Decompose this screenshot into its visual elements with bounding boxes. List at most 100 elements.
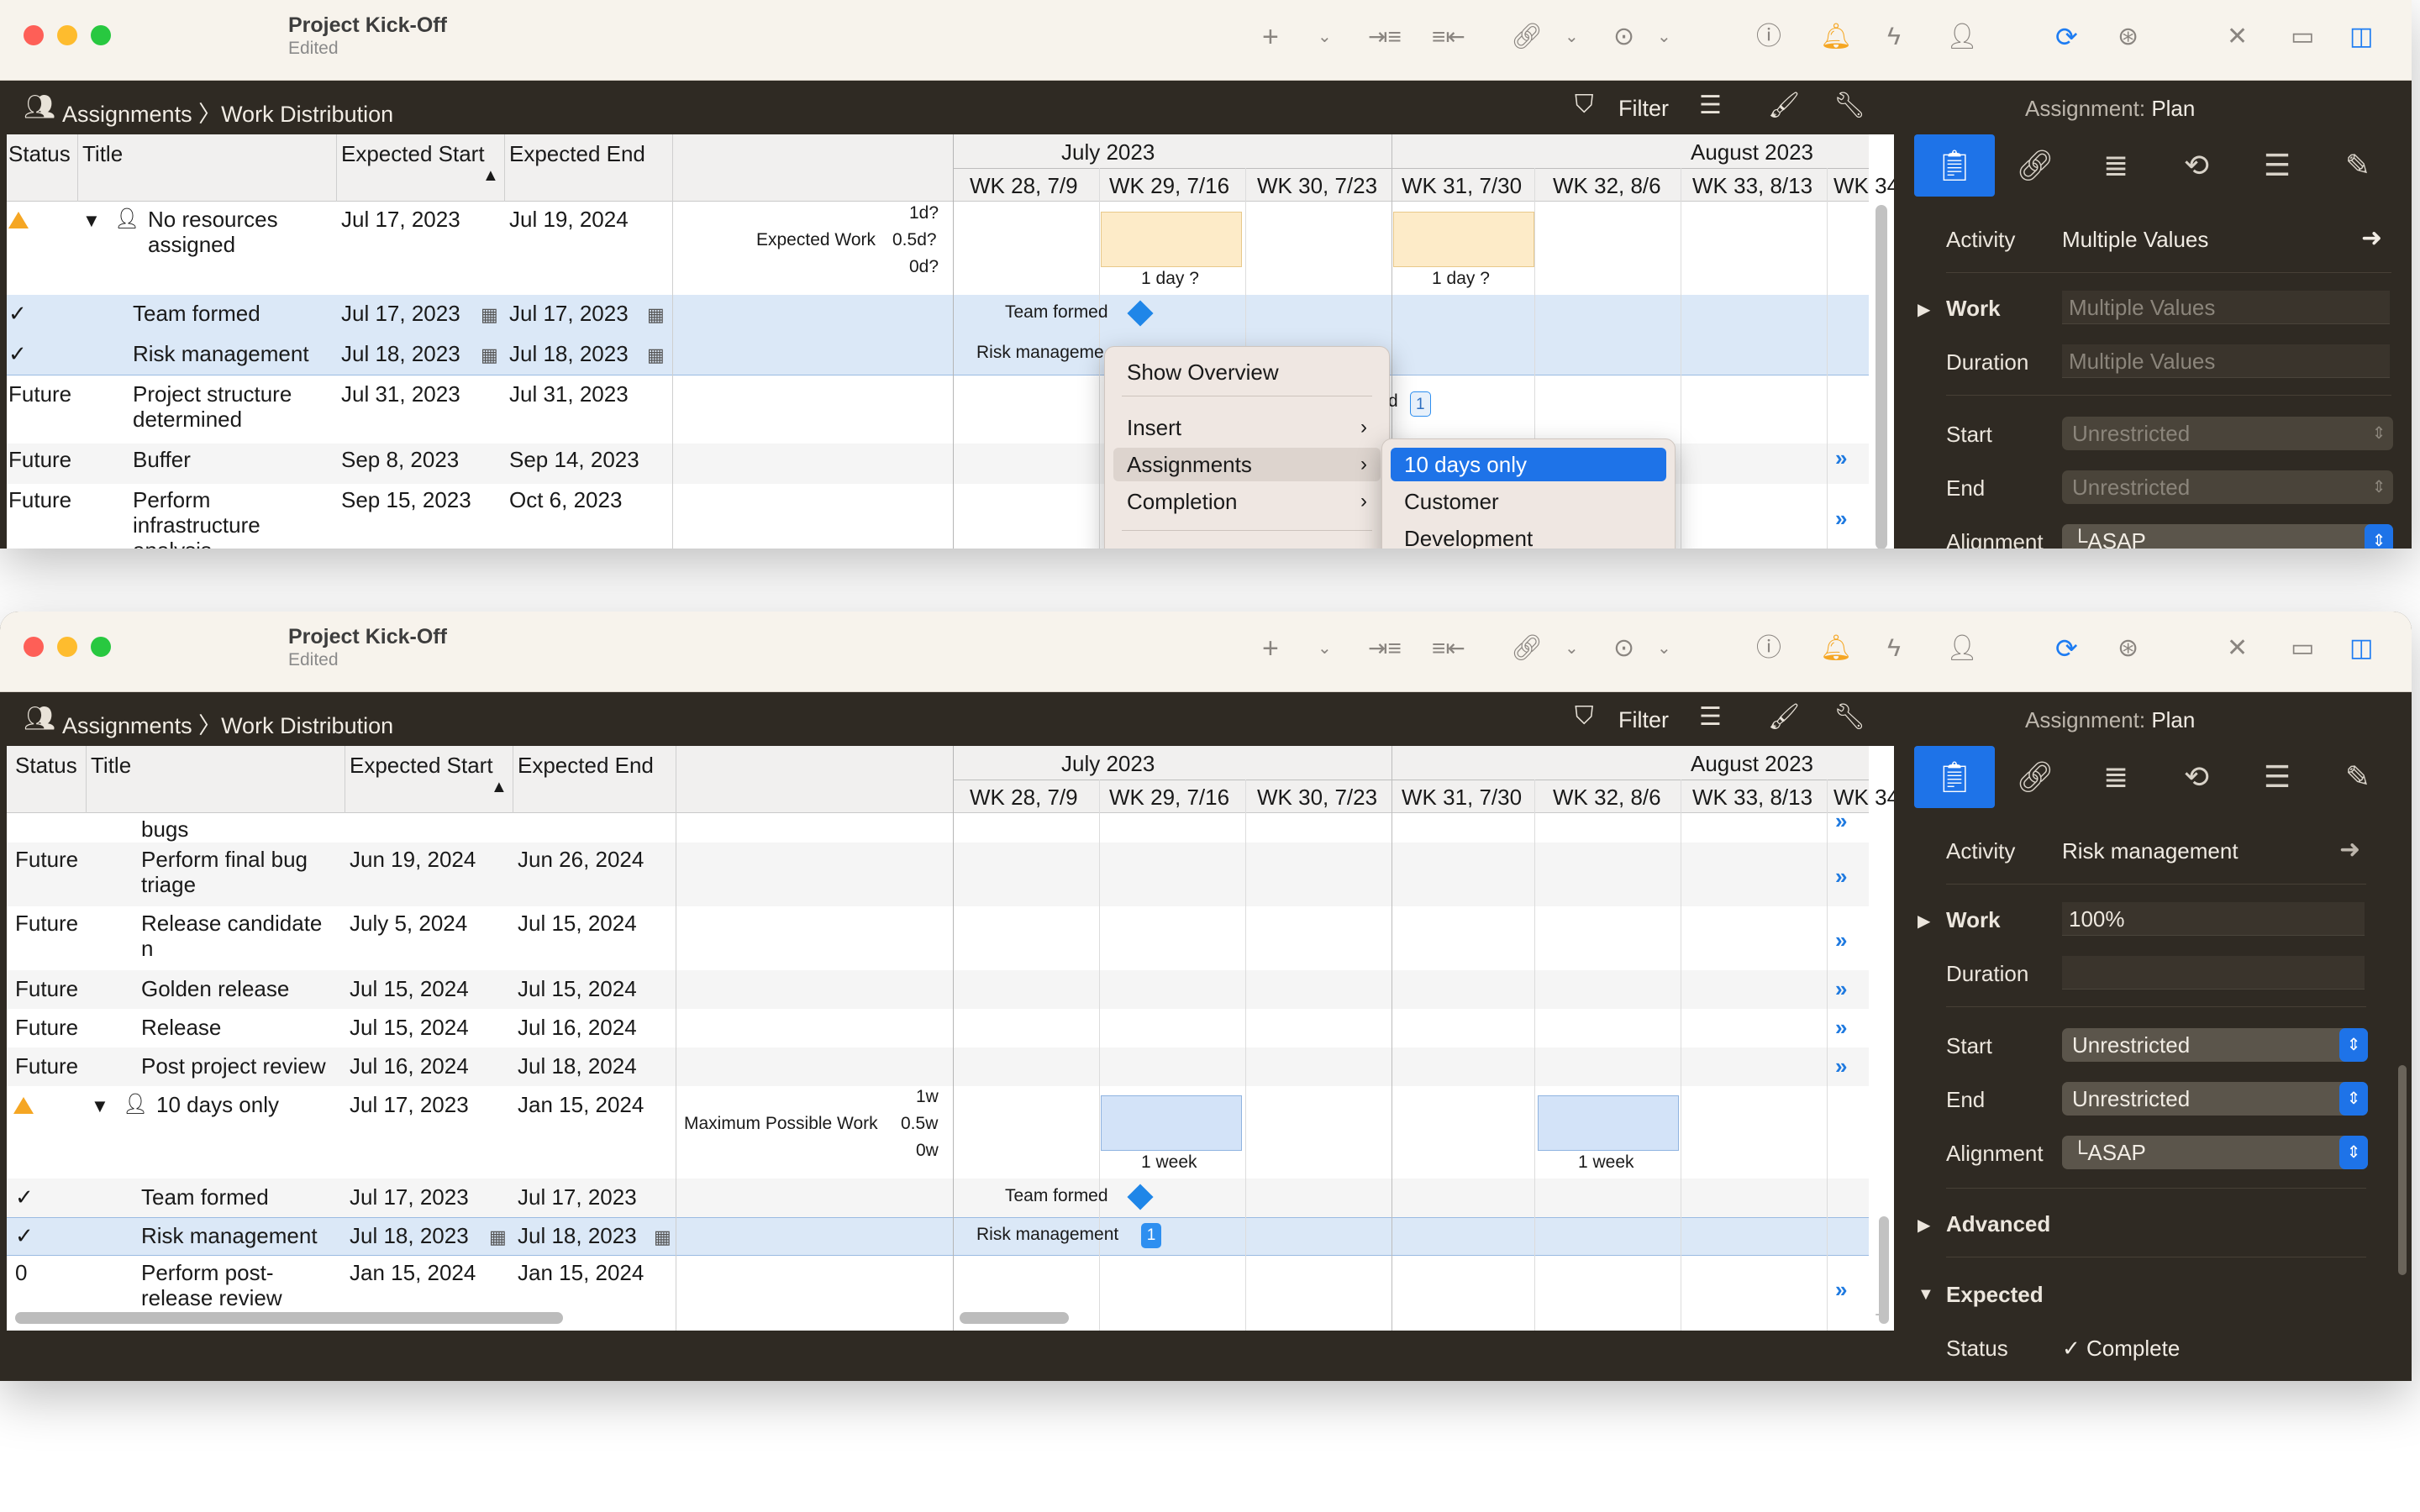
disclosure-triangle-expanded-icon[interactable]: ▼ (1918, 1285, 1934, 1305)
column-expected-end[interactable]: Expected End (518, 753, 654, 778)
offscreen-task-chevron-icon[interactable]: » (1835, 1015, 1848, 1041)
work-bar[interactable] (1393, 212, 1534, 267)
offscreen-task-chevron-icon[interactable]: » (1835, 976, 1848, 1002)
network-icon[interactable]: ⊛ (2118, 18, 2139, 55)
start-popup[interactable]: Unrestricted ⇕ (2062, 417, 2393, 450)
work-bar[interactable] (1101, 212, 1242, 267)
work-field[interactable]: Multiple Values (2062, 291, 2390, 324)
status-value[interactable]: ✓ Complete (2062, 1336, 2180, 1362)
outline-horizontal-scrollbar[interactable] (15, 1312, 563, 1324)
list-tab-icon[interactable]: ☰ (2237, 134, 2317, 197)
expected-section-header[interactable]: Expected (1946, 1282, 2044, 1308)
brush-icon[interactable]: 🖌︎ (1768, 91, 1800, 120)
offscreen-task-chevron-icon[interactable]: » (1835, 1277, 1848, 1303)
list-tab-icon[interactable]: ☰ (2237, 746, 2317, 808)
disclosure-triangle-icon[interactable]: ▶ (1918, 299, 1930, 320)
alignment-popup[interactable]: └ASAP ⇕ (2062, 524, 2393, 549)
offscreen-task-chevron-icon[interactable]: » (1835, 506, 1848, 532)
progress-tab-icon[interactable]: ⟲ (2156, 134, 2237, 197)
duration-field[interactable]: Multiple Values (2062, 344, 2390, 378)
offscreen-task-chevron-icon[interactable]: » (1835, 808, 1848, 834)
indent-icon[interactable]: ⇥≡ (1368, 18, 1402, 55)
filter-icon[interactable]: ⛉ (1575, 91, 1594, 119)
work-bar[interactable] (1101, 1095, 1242, 1151)
work-bar[interactable] (1538, 1095, 1679, 1151)
sidebar-icon[interactable]: ◫ (2349, 630, 2373, 667)
end-popup[interactable]: Unrestricted ⇕ (2062, 1082, 2368, 1116)
resource-badge[interactable]: 1 (1410, 391, 1431, 417)
calendar-icon[interactable]: ▦ (489, 1225, 507, 1250)
chevron-down-icon[interactable]: ⌄ (1565, 630, 1579, 667)
filter-icon[interactable]: ⛉ (1575, 702, 1594, 731)
more-icon[interactable]: ⊙ (1613, 630, 1634, 667)
chevron-down-icon[interactable]: ⌄ (1318, 630, 1332, 667)
minimize-window-button[interactable] (57, 637, 77, 657)
wrench-icon[interactable]: 🔧︎ (1833, 91, 1865, 120)
offscreen-task-chevron-icon[interactable]: » (1835, 445, 1848, 471)
menu-item-show-overview[interactable]: Show Overview (1113, 355, 1381, 389)
bolt-icon[interactable]: ϟ (1887, 630, 1901, 667)
calendar-icon[interactable]: ▦ (481, 302, 498, 328)
plus-icon[interactable]: + (1262, 630, 1279, 667)
calendar-icon[interactable]: ▦ (654, 1225, 671, 1250)
disclosure-triangle-icon[interactable]: ▼ (82, 208, 101, 234)
submenu-item-development[interactable]: Development (1391, 522, 1666, 549)
sync-icon[interactable]: ⟳ (2055, 18, 2078, 55)
chevron-down-icon[interactable]: ⌄ (1657, 18, 1671, 55)
disclosure-triangle-icon[interactable]: ▶ (1918, 1215, 1930, 1236)
vertical-scrollbar[interactable] (1876, 205, 1887, 549)
bottom-panel-icon[interactable]: ▭ (2291, 630, 2314, 667)
link-tab-icon[interactable]: 🔗︎ (1995, 746, 2075, 808)
indent-icon[interactable]: ⇥≡ (1368, 630, 1402, 667)
chevron-down-icon[interactable]: ⌄ (1565, 18, 1579, 55)
help-icon[interactable]: ⓘ (1756, 18, 1781, 55)
disclosure-triangle-icon[interactable]: ▶ (1918, 911, 1930, 932)
bolt-icon[interactable]: ϟ (1887, 18, 1901, 55)
gantt-horizontal-scrollbar[interactable] (960, 1312, 1069, 1324)
help-icon[interactable]: ⓘ (1756, 630, 1781, 667)
zoom-window-button[interactable] (91, 25, 111, 45)
start-popup[interactable]: Unrestricted ⇕ (2062, 1028, 2368, 1062)
menu-item-assignments[interactable]: Assignments › (1113, 448, 1381, 481)
menu-item-completion[interactable]: Completion › (1113, 485, 1381, 518)
gantt-style-icon[interactable]: ☰ (1699, 91, 1722, 120)
calendar-icon[interactable]: ▦ (647, 302, 665, 328)
filter-button[interactable]: Filter (1618, 96, 1669, 122)
sidebar-icon[interactable]: ◫ (2349, 18, 2373, 55)
bell-icon[interactable]: 🔔︎ (1820, 18, 1852, 55)
offscreen-task-chevron-icon[interactable]: » (1835, 1053, 1848, 1079)
tools-icon[interactable]: ✕ (2227, 18, 2248, 55)
wrench-icon[interactable]: 🔧︎ (1833, 702, 1865, 732)
submenu-item-customer[interactable]: Customer (1391, 485, 1666, 518)
table-row[interactable] (7, 814, 1869, 843)
person-icon[interactable]: 👤︎ (1946, 18, 1978, 55)
chevron-down-icon[interactable]: ⌄ (1318, 18, 1332, 55)
vertical-scrollbar[interactable] (1879, 1216, 1889, 1324)
go-to-activity-arrow-icon[interactable]: ➜ (2361, 223, 2382, 253)
column-expected-start[interactable]: Expected Start (350, 753, 501, 778)
column-expected-start[interactable]: Expected Start (341, 141, 492, 166)
end-popup[interactable]: Unrestricted ⇕ (2062, 470, 2393, 504)
breadcrumb[interactable]: Assignments 〉Work Distribution (62, 96, 393, 129)
chevron-down-icon[interactable]: ⌄ (1657, 630, 1671, 667)
table-row[interactable] (7, 1009, 1869, 1047)
breadcrumb[interactable]: Assignments 〉Work Distribution (62, 707, 393, 740)
minimize-window-button[interactable] (57, 25, 77, 45)
progress-tab-icon[interactable]: ⟲ (2156, 746, 2237, 808)
note-tab-icon[interactable]: ✎ (2317, 746, 2398, 808)
link-icon[interactable]: 🔗︎ (1511, 630, 1543, 667)
column-title[interactable]: Title (82, 141, 123, 166)
more-icon[interactable]: ⊙ (1613, 18, 1634, 55)
duration-field[interactable] (2062, 956, 2365, 990)
go-to-activity-arrow-icon[interactable]: ➜ (2339, 835, 2360, 864)
column-status[interactable]: Status (8, 141, 71, 166)
brush-icon[interactable]: 🖌︎ (1768, 702, 1800, 732)
advanced-section-header[interactable]: Advanced (1946, 1211, 2050, 1237)
gantt-style-icon[interactable]: ☰ (1699, 702, 1722, 732)
close-window-button[interactable] (24, 25, 44, 45)
menu-item-insert[interactable]: Insert › (1113, 411, 1381, 444)
zoom-window-button[interactable] (91, 637, 111, 657)
bell-icon[interactable]: 🔔︎ (1820, 630, 1852, 667)
plus-icon[interactable]: + (1262, 18, 1279, 55)
filter-button[interactable]: Filter (1618, 707, 1669, 733)
